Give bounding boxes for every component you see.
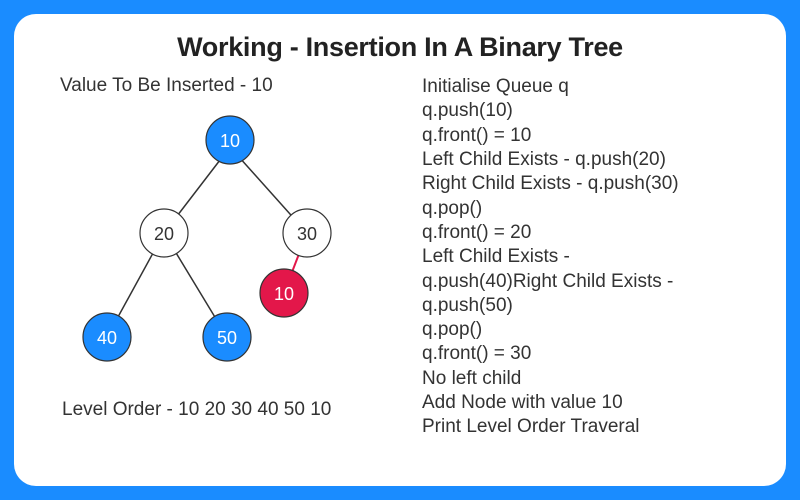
tree-node-50: 50 — [203, 313, 251, 361]
algorithm-step: q.front() = 30 — [422, 342, 758, 366]
algorithm-step: Left Child Exists - — [422, 245, 758, 269]
tree-node-20-label: 20 — [154, 224, 174, 244]
tree-node-inserted-label: 10 — [274, 284, 294, 304]
algorithm-step: q.pop() — [422, 318, 758, 342]
tree-node-20: 20 — [140, 209, 188, 257]
algorithm-step: Add Node with value 10 — [422, 391, 758, 415]
algorithm-step: q.push(40)Right Child Exists - — [422, 270, 758, 294]
tree-node-30: 30 — [283, 209, 331, 257]
algorithm-step: Left Child Exists - q.push(20) — [422, 148, 758, 172]
tree-node-30-label: 30 — [297, 224, 317, 244]
tree-node-root-label: 10 — [220, 131, 240, 151]
tree-node-root: 10 — [206, 116, 254, 164]
steps-column: Initialise Queue q q.push(10) q.front() … — [422, 75, 758, 459]
tree-node-inserted: 10 — [260, 269, 308, 317]
algorithm-step: q.push(10) — [422, 99, 758, 123]
page-title: Working - Insertion In A Binary Tree — [42, 32, 758, 63]
level-order-label: Level Order - 10 20 30 40 50 10 — [62, 399, 402, 421]
diagram-column: Value To Be Inserted - 10 10 20 — [42, 75, 402, 459]
tree-node-40-label: 40 — [97, 328, 117, 348]
algorithm-step: Initialise Queue q — [422, 75, 758, 99]
algorithm-step: q.front() = 10 — [422, 124, 758, 148]
tree-node-50-label: 50 — [217, 328, 237, 348]
algorithm-step: q.front() = 20 — [422, 221, 758, 245]
algorithm-step: Right Child Exists - q.push(30) — [422, 172, 758, 196]
card: Working - Insertion In A Binary Tree Val… — [14, 14, 786, 486]
binary-tree-diagram: 10 20 30 10 — [52, 105, 392, 385]
content-row: Value To Be Inserted - 10 10 20 — [42, 75, 758, 459]
value-to-insert-label: Value To Be Inserted - 10 — [60, 75, 402, 97]
tree-node-40: 40 — [83, 313, 131, 361]
algorithm-step: No left child — [422, 367, 758, 391]
algorithm-step: Print Level Order Traveral — [422, 415, 758, 439]
algorithm-step: q.push(50) — [422, 294, 758, 318]
algorithm-step: q.pop() — [422, 197, 758, 221]
